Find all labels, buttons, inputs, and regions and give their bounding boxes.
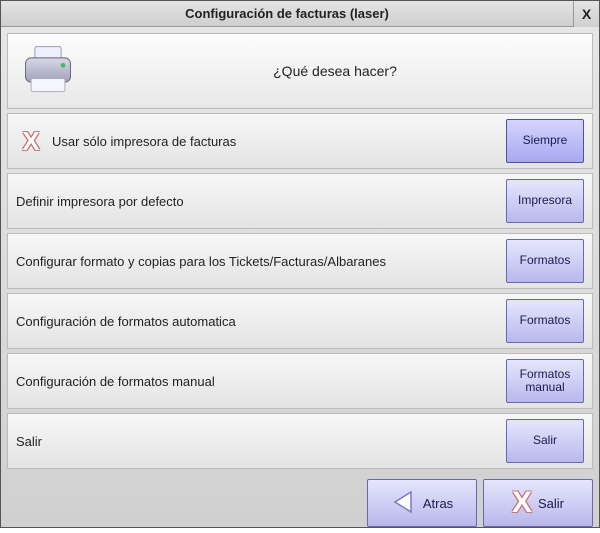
salir-row-button[interactable]: Salir — [506, 419, 584, 463]
prompt-row: ¿Qué desea hacer? — [7, 33, 593, 109]
back-button-label: Atras — [423, 496, 453, 511]
prompt-text: ¿Qué desea hacer? — [88, 63, 582, 79]
formatos-manual-button[interactable]: Formatos manual — [506, 359, 584, 403]
siempre-button[interactable]: Siempre — [506, 119, 584, 163]
option-row-format-manual: Configuración de formatos manual Formato… — [7, 353, 593, 409]
option-label: Salir — [16, 434, 506, 449]
window: Configuración de facturas (laser) X — [0, 0, 600, 528]
option-label: Usar sólo impresora de facturas — [52, 134, 506, 149]
option-row-default-printer: Definir impresora por defecto Impresora — [7, 173, 593, 229]
formatos-button[interactable]: Formatos — [506, 239, 584, 283]
x-close-icon: X — [512, 488, 532, 518]
impresora-button[interactable]: Impresora — [506, 179, 584, 223]
formatos-auto-button[interactable]: Formatos — [506, 299, 584, 343]
back-button[interactable]: Atras — [367, 479, 477, 527]
option-row-format-copies: Configurar formato y copias para los Tic… — [7, 233, 593, 289]
option-row-exit: Salir Salir — [7, 413, 593, 469]
option-row-format-auto: Configuración de formatos automatica For… — [7, 293, 593, 349]
titlebar: Configuración de facturas (laser) X — [1, 1, 599, 27]
option-row-use-invoice-printer: X Usar sólo impresora de facturas Siempr… — [7, 113, 593, 169]
back-arrow-icon — [391, 489, 417, 518]
x-mark-icon: X — [16, 126, 46, 156]
printer-icon — [18, 41, 78, 101]
window-title: Configuración de facturas (laser) — [1, 6, 573, 21]
option-label: Configuración de formatos automatica — [16, 314, 506, 329]
exit-button[interactable]: X Salir — [483, 479, 593, 527]
close-button[interactable]: X — [573, 1, 599, 27]
option-label: Configuración de formatos manual — [16, 374, 506, 389]
option-label: Configurar formato y copias para los Tic… — [16, 254, 506, 269]
footer: Atras X Salir — [1, 475, 599, 533]
option-label: Definir impresora por defecto — [16, 194, 506, 209]
exit-button-label: Salir — [538, 496, 564, 511]
content-area: ¿Qué desea hacer? X Usar sólo impresora … — [1, 27, 599, 475]
